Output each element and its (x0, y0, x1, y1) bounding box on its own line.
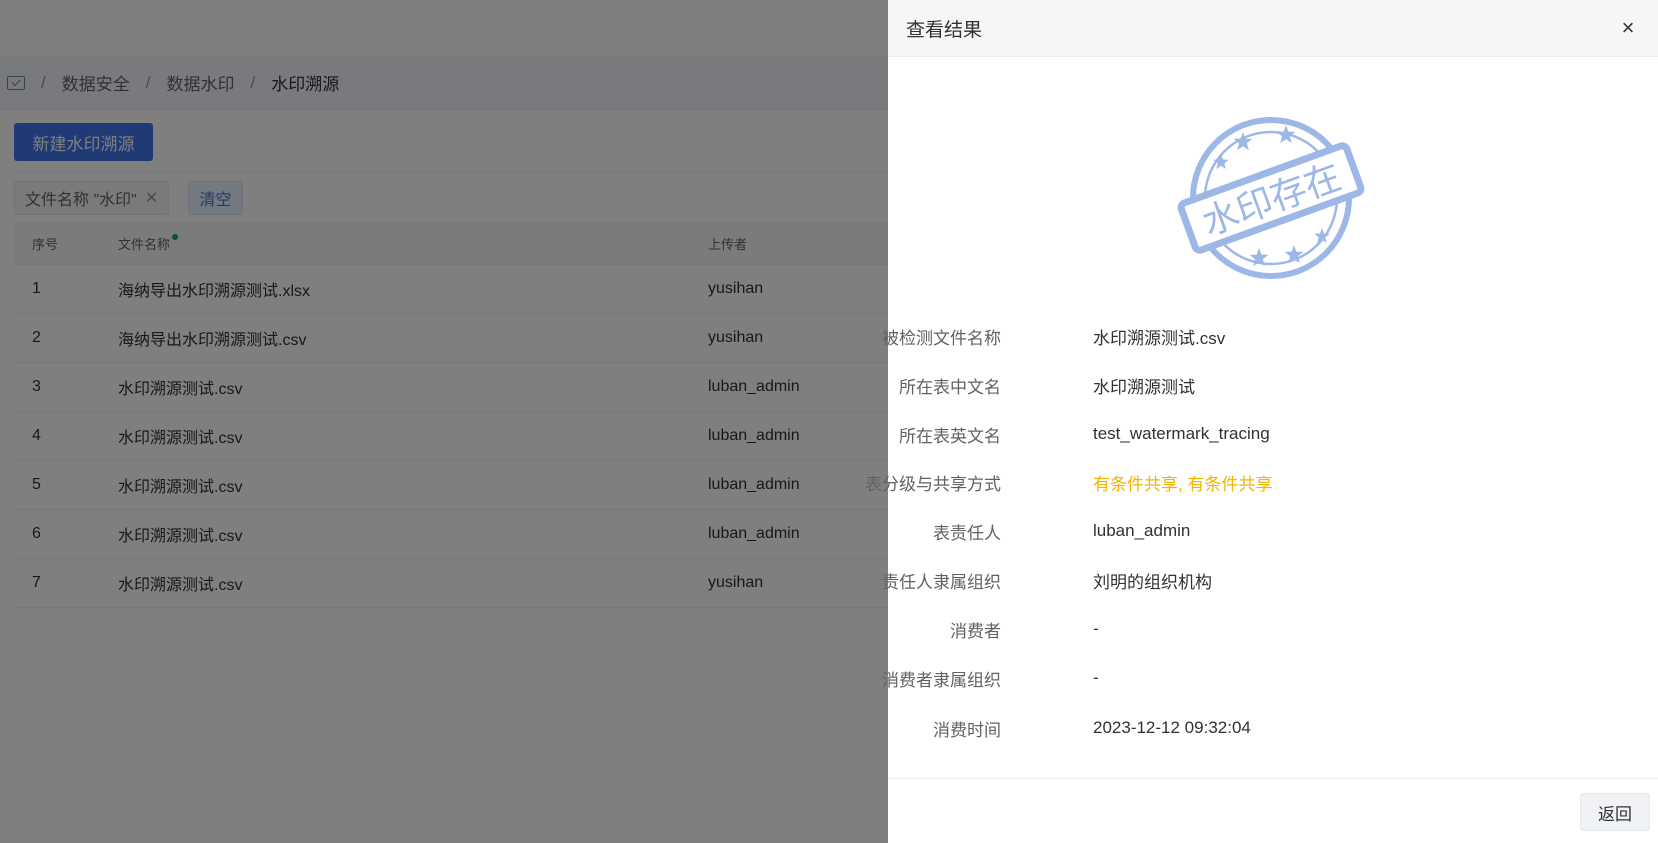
drawer-overlay-mask[interactable] (0, 0, 888, 843)
detail-value: 水印溯源测试 (1093, 377, 1195, 397)
detail-value: 水印溯源测试.csv (1093, 328, 1226, 348)
detail-label: 被检测文件名称 (882, 328, 1001, 348)
detail-label: 消费者 (950, 621, 1001, 641)
detail-row-owner-org: 责任人隶属组织 刘明的组织机构 (882, 566, 1658, 594)
drawer-footer: 返回 (888, 778, 1658, 843)
detail-label: 责任人隶属组织 (882, 572, 1001, 592)
detail-label: 消费者隶属组织 (882, 670, 1001, 690)
detail-value: - (1093, 619, 1099, 638)
detail-row-table-cn-name: 所在表中文名 水印溯源测试 (888, 371, 1658, 399)
detail-label: 所在表英文名 (899, 426, 1001, 446)
detail-row-table-en-name: 所在表英文名 test_watermark_tracing (888, 420, 1658, 448)
detail-label: 所在表中文名 (899, 377, 1001, 397)
detail-value: - (1093, 668, 1099, 687)
detail-value: 刘明的组织机构 (1093, 572, 1212, 592)
detail-row-classification-sharing: 表分级与共享方式 有条件共享, 有条件共享 (865, 468, 1658, 496)
detail-label: 表责任人 (933, 523, 1001, 543)
detail-row-consumer-org: 消费者隶属组织 - (882, 664, 1658, 692)
back-button[interactable]: 返回 (1580, 793, 1650, 831)
detail-value-warning: 有条件共享, 有条件共享 (1093, 474, 1273, 494)
drawer-header: 查看结果 × (888, 0, 1658, 57)
detail-row-table-owner: 表责任人 luban_admin (888, 517, 1658, 545)
detail-value: luban_admin (1093, 521, 1191, 540)
close-icon[interactable]: × (1616, 16, 1640, 40)
detail-row-consumer: 消费者 - (888, 615, 1658, 643)
detail-value: test_watermark_tracing (1093, 424, 1270, 443)
detail-row-checked-file-name: 被检测文件名称 水印溯源测试.csv (882, 322, 1658, 350)
detail-row-consume-time: 消费时间 2023-12-12 09:32:04 (888, 714, 1658, 742)
result-drawer: 查看结果 × 水印存在 被检测文件名称 水印溯源测试.csv 所在表中文名 水印… (865, 0, 1658, 843)
detail-label: 表分级与共享方式 (865, 474, 1001, 494)
detail-label: 消费时间 (933, 720, 1001, 740)
drawer-title: 查看结果 (906, 19, 983, 41)
watermark-exists-stamp-icon: 水印存在 (1177, 117, 1365, 279)
detail-value: 2023-12-12 09:32:04 (1093, 718, 1251, 737)
